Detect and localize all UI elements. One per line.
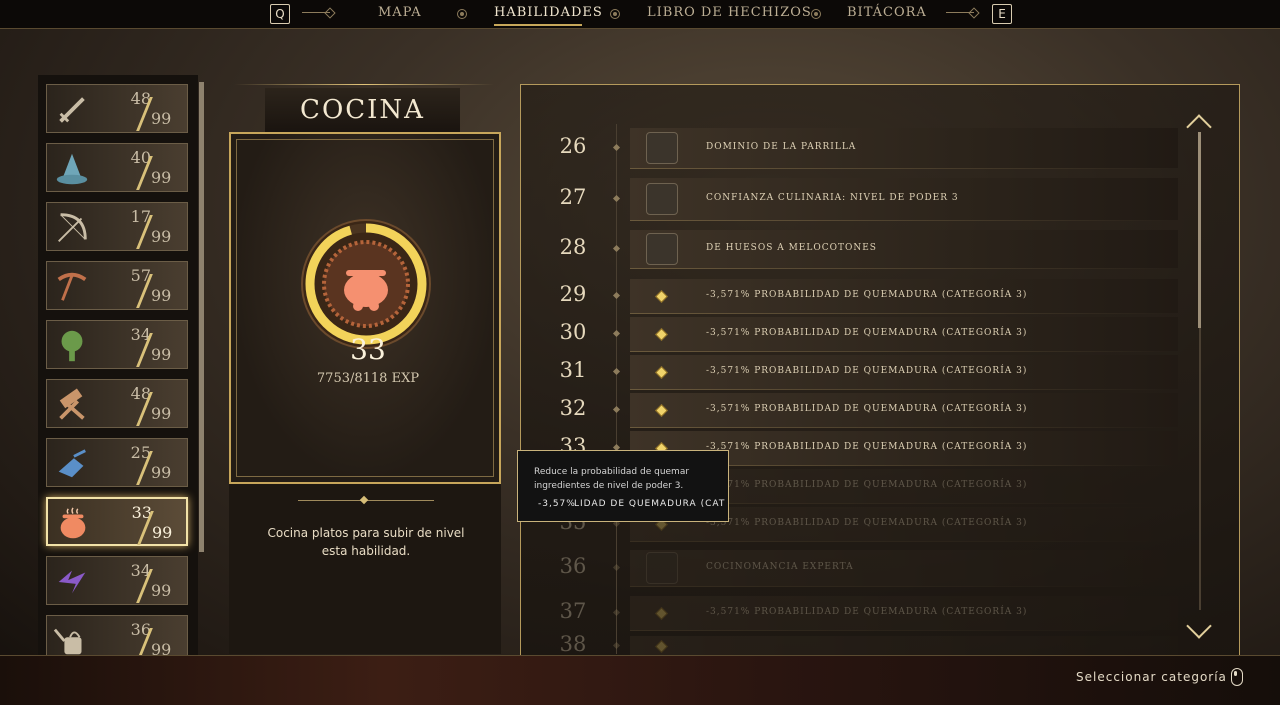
row-separator [630,168,1170,169]
milestone-text: -3,571% PROBABILIDAD DE QUEMADURA (CATEG… [706,366,1028,376]
milestone-text: -3,571% PROBABILIDAD DE QUEMADURA (CATEG… [706,607,1028,617]
skill-slot-mining[interactable]: 57 99 [46,261,188,310]
bow-icon [58,213,87,242]
skill-title: COCINA [300,95,425,125]
skill-sidebar: 48 99 40 99 17 99 57 99 34 99 48 99 25 9… [38,75,198,655]
tree-icon [61,330,83,362]
nav-separator-dot [457,9,467,19]
nav-ornament-left [302,12,330,13]
skill-slot-ranged[interactable]: 17 99 [46,202,188,251]
tab-libro-de-hechizos[interactable]: LIBRO DE HECHIZOS [647,5,812,20]
milestone-text: CONFIANZA CULINARIA: NIVEL DE PODER 3 [706,193,959,203]
skill-slot-magic[interactable]: 40 99 [46,143,188,192]
top-nav-bar [0,0,1280,29]
nav-ornament-right [946,12,974,13]
row-separator [630,220,1170,221]
fishing-icon [58,449,86,478]
tab-habilidades[interactable]: HABILIDADES [494,5,603,20]
milestone-level: 38 [559,632,587,656]
key-e-next-tab[interactable]: E [992,4,1012,24]
skill-slot-smithing[interactable]: 48 99 [46,379,188,428]
sidebar-scroll-thumb[interactable] [199,82,204,552]
milestone-text: -3,571% PROBABILIDAD DE QUEMADURA (CATEG… [706,518,1028,528]
milestone-text: DOMINIO DE LA PARRILLA [706,142,857,152]
milestone-level: 36 [559,554,587,578]
row-separator [630,313,1170,314]
row-separator [630,351,1170,352]
exp-readout: 7753/8118 EXP [316,371,420,386]
skill-max-level: 99 [151,404,172,423]
skill-slot-cooking[interactable]: 33 99 [46,497,188,546]
milestone-timeline [616,124,617,654]
skill-slot-woodcutting[interactable]: 34 99 [46,320,188,369]
milestone-level: 26 [559,134,587,158]
skill-max-level: 99 [151,109,172,128]
title-ornament [234,84,494,85]
cauldron-icon [60,507,86,539]
skill-max-level: 99 [151,581,172,600]
milestone-level: 27 [559,185,587,209]
skill-max-level: 99 [152,523,173,542]
description-panel [229,484,501,654]
milestone-scroll-thumb[interactable] [1198,132,1201,328]
skill-description: Cocina platos para subir de nivel esta h… [267,526,465,558]
perk-badge-icon [646,233,678,265]
tab-mapa[interactable]: MAPA [378,5,422,20]
milestone-text: -3,571% PROBABILIDAD DE QUEMADURA (CATEG… [706,404,1028,414]
row-separator [630,268,1170,269]
skill-max-level: 99 [151,345,172,364]
select-category-hint: Seleccionar categoría [1076,670,1227,684]
nav-separator-dot [610,9,620,19]
mouse-icon [1231,668,1243,686]
milestone-level: 32 [559,396,587,420]
skill-slot-farming[interactable]: 36 99 [46,615,188,655]
skill-slot-fishing[interactable]: 25 99 [46,438,188,487]
milestone-text: -3,571% PROBABILIDAD DE QUEMADURA (CATEG… [706,290,1028,300]
row-separator [630,586,1170,587]
milestone-text: -3,571% PROBABILIDAD DE QUEMADURA (CATEG… [706,480,1028,490]
watering-can-icon [53,628,82,655]
skill-max-level: 99 [151,168,172,187]
milestone-level: 31 [559,358,587,382]
tooltip-effect-label: LIDAD DE QUEMADURA (CAT [574,499,726,509]
skill-max-level: 99 [151,227,172,246]
tooltip-value: -3,57% [538,499,576,509]
perk-badge-icon [646,183,678,215]
milestone-level: 37 [559,599,587,623]
milestone-text: -3,571% PROBABILIDAD DE QUEMADURA (CATEG… [706,442,1028,452]
skill-slot-arcane[interactable]: 34 99 [46,556,188,605]
row-separator [630,427,1170,428]
perk-badge-icon [646,552,678,584]
milestone-tooltip: Reduce la probabilidad de quemar ingredi… [517,450,729,522]
hammer-icon [59,388,85,420]
milestone-level: 30 [559,320,587,344]
nav-separator-dot [811,9,821,19]
row-separator [630,630,1170,631]
milestone-text: -3,571% PROBABILIDAD DE QUEMADURA (CATEG… [706,328,1028,338]
skill-max-level: 99 [151,463,172,482]
pickaxe-icon [57,272,87,301]
tooltip-description: Reduce la probabilidad de quemar ingredi… [534,467,690,491]
perk-badge-icon [646,132,678,164]
wizard-hat-icon [56,153,88,185]
skill-slot-combat[interactable]: 48 99 [46,84,188,133]
skill-max-level: 99 [151,640,172,655]
exp-progress-ring [301,219,431,349]
key-q-prev-tab[interactable]: Q [270,4,290,24]
sword-icon [59,97,85,123]
skill-level-number: 33 [350,333,386,366]
row-separator [630,389,1170,390]
milestone-level: 28 [559,235,587,259]
active-tab-underline [494,24,582,26]
milestone-level: 29 [559,282,587,306]
milestone-row-bg [630,636,1178,656]
tab-bitacora[interactable]: BITÁCORA [847,5,927,20]
milestone-text: COCINOMANCIA EXPERTA [706,562,854,572]
skill-max-level: 99 [151,286,172,305]
row-separator [630,541,1170,542]
milestone-text: DE HUESOS A MELOCOTONES [706,243,877,253]
arcane-icon [58,570,86,594]
